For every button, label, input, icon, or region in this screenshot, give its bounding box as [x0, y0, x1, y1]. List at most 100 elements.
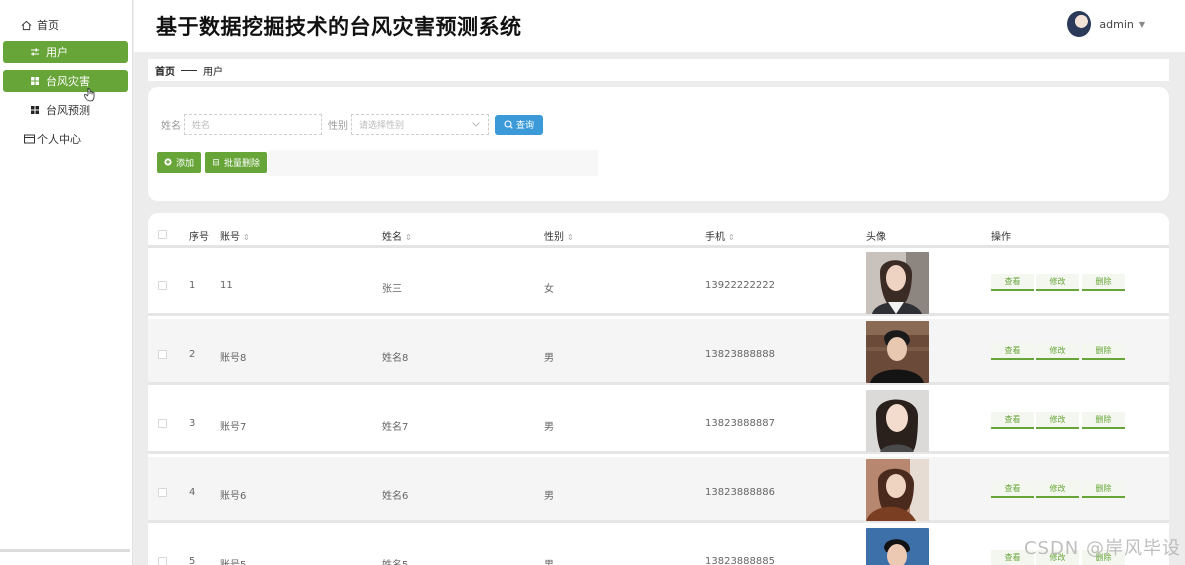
- cell-phone: 13823888887: [705, 418, 775, 429]
- sidebar-item-typhoon-disaster[interactable]: 台风灾害: [3, 70, 128, 92]
- cell-name: 张三: [382, 284, 402, 295]
- sort-icon[interactable]: ⇕: [728, 233, 735, 242]
- user-table: 序号 账号 ⇕ 姓名 ⇕ 性别 ⇕ 手机 ⇕ 头像 操作 1 11 张三 女 13922…: [148, 213, 1169, 565]
- table-row: 1 11 张三 女 13922222222 查看 修改 删除: [148, 250, 1169, 316]
- page-title: 基于数据挖掘技术的台风灾害预测系统: [156, 15, 522, 39]
- cell-index: 2: [189, 349, 196, 360]
- query-button[interactable]: 查询: [495, 114, 543, 135]
- top-header: 基于数据挖掘技术的台风灾害预测系统 admin ▼: [134, 0, 1185, 52]
- action-buttons: 添加 批量删除: [157, 152, 271, 173]
- search-panel: 姓名 姓名 性别 请选择性别 查询 添加 批量删除: [148, 87, 1169, 201]
- breadcrumb-current: 用户: [203, 66, 223, 78]
- edit-button[interactable]: 修改: [1036, 412, 1079, 429]
- column-header-label: 姓名: [382, 232, 402, 243]
- gender-select-placeholder: 请选择性别: [359, 121, 405, 131]
- username: admin: [1099, 17, 1134, 31]
- edit-button[interactable]: 修改: [1036, 343, 1079, 360]
- view-button[interactable]: 查看: [991, 481, 1034, 498]
- home-icon: [19, 18, 33, 32]
- gender-select[interactable]: 请选择性别: [351, 114, 489, 135]
- add-button[interactable]: 添加: [157, 152, 202, 173]
- cell-account: 11: [220, 280, 233, 291]
- cell-account: 账号7: [220, 422, 247, 433]
- name-input[interactable]: 姓名: [184, 114, 322, 135]
- row-checkbox[interactable]: [158, 419, 167, 428]
- sidebar-item-profile[interactable]: 个人中心: [3, 128, 128, 150]
- card-icon: [22, 132, 36, 146]
- avatar-photo: [866, 390, 929, 452]
- view-button[interactable]: 查看: [991, 274, 1034, 291]
- name-input-placeholder: 姓名: [192, 121, 211, 131]
- grid-icon: [28, 103, 42, 117]
- avatar-photo: [866, 459, 929, 521]
- sort-icon[interactable]: ⇕: [405, 233, 412, 242]
- row-checkbox[interactable]: [158, 281, 167, 290]
- avatar-photo: [866, 321, 929, 383]
- cell-phone: 13823888885: [705, 556, 775, 565]
- delete-button[interactable]: 删除: [1082, 274, 1125, 291]
- sidebar-item-users[interactable]: 用户: [3, 41, 128, 63]
- column-header-name[interactable]: 姓名 ⇕: [382, 228, 412, 243]
- row-checkbox[interactable]: [158, 488, 167, 497]
- edit-button[interactable]: 修改: [1036, 274, 1079, 291]
- sidebar-item-home[interactable]: 首页: [3, 14, 128, 36]
- cell-phone: 13922222222: [705, 280, 775, 291]
- add-button-label: 添加: [176, 159, 195, 169]
- column-header-avatar: 头像: [866, 232, 886, 243]
- column-header-index: 序号: [189, 232, 209, 243]
- cell-account: 账号6: [220, 491, 247, 502]
- view-button[interactable]: 查看: [991, 412, 1034, 429]
- column-header-label: 手机: [705, 232, 725, 243]
- delete-button[interactable]: 删除: [1082, 481, 1125, 498]
- breadcrumb-home[interactable]: 首页: [155, 63, 175, 78]
- user-menu[interactable]: admin ▼: [1067, 11, 1145, 37]
- cell-gender: 男: [544, 491, 554, 502]
- query-button-label: 查询: [515, 121, 534, 131]
- table-row: 4 账号6 姓名6 男 13823888886 查看 修改 删除: [148, 457, 1169, 523]
- chevron-down-icon: [472, 120, 480, 130]
- grid-icon: [28, 74, 42, 88]
- sort-icon[interactable]: ⇕: [243, 233, 250, 242]
- row-checkbox[interactable]: [158, 557, 167, 565]
- button-row-background: [268, 150, 598, 176]
- column-header-phone[interactable]: 手机 ⇕: [705, 228, 735, 243]
- sidebar-item-label: 首页: [37, 19, 59, 32]
- cell-name: 姓名6: [382, 491, 409, 502]
- cell-index: 4: [189, 487, 196, 498]
- row-checkbox[interactable]: [158, 350, 167, 359]
- sidebar: 首页 用户 台风灾害 台风预测 个人中心: [0, 0, 133, 565]
- cell-gender: 男: [544, 353, 554, 364]
- cell-gender: 男: [544, 422, 554, 433]
- watermark: CSDN @岸风毕设: [1023, 538, 1181, 559]
- column-header-account[interactable]: 账号 ⇕: [220, 228, 250, 243]
- sidebar-item-typhoon-forecast[interactable]: 台风预测: [3, 99, 128, 121]
- select-all-checkbox[interactable]: [158, 230, 167, 239]
- cell-gender: 女: [544, 284, 554, 295]
- edit-button[interactable]: 修改: [1036, 481, 1079, 498]
- cell-name: 姓名7: [382, 422, 409, 433]
- cell-account: 账号8: [220, 353, 247, 364]
- delete-button[interactable]: 删除: [1082, 412, 1125, 429]
- avatar-photo: [866, 528, 929, 565]
- view-button[interactable]: 查看: [991, 343, 1034, 360]
- column-header-label: 性别: [544, 232, 564, 243]
- cell-name: 姓名8: [382, 353, 409, 364]
- hand-cursor-icon: [84, 87, 96, 106]
- sort-icon[interactable]: ⇕: [567, 233, 574, 242]
- cell-phone: 13823888888: [705, 349, 775, 360]
- sidebar-scrollbar[interactable]: [0, 549, 130, 552]
- table-row: 2 账号8 姓名8 男 13823888888 查看 修改 删除: [148, 319, 1169, 385]
- column-header-gender[interactable]: 性别 ⇕: [544, 228, 574, 243]
- breadcrumb-separator: [181, 69, 197, 71]
- breadcrumb: 首页 用户: [148, 59, 1169, 81]
- search-icon: [504, 120, 513, 129]
- chevron-down-icon: ▼: [1138, 19, 1145, 29]
- cell-phone: 13823888886: [705, 487, 775, 498]
- cell-account: 账号5: [220, 556, 246, 565]
- table-header: 序号 账号 ⇕ 姓名 ⇕ 性别 ⇕ 手机 ⇕ 头像 操作: [148, 213, 1169, 248]
- batch-delete-button[interactable]: 批量删除: [205, 152, 268, 173]
- cell-index: 3: [189, 418, 196, 429]
- cell-index: 1: [189, 280, 196, 291]
- delete-button[interactable]: 删除: [1082, 343, 1125, 360]
- sidebar-item-label: 用户: [46, 46, 68, 59]
